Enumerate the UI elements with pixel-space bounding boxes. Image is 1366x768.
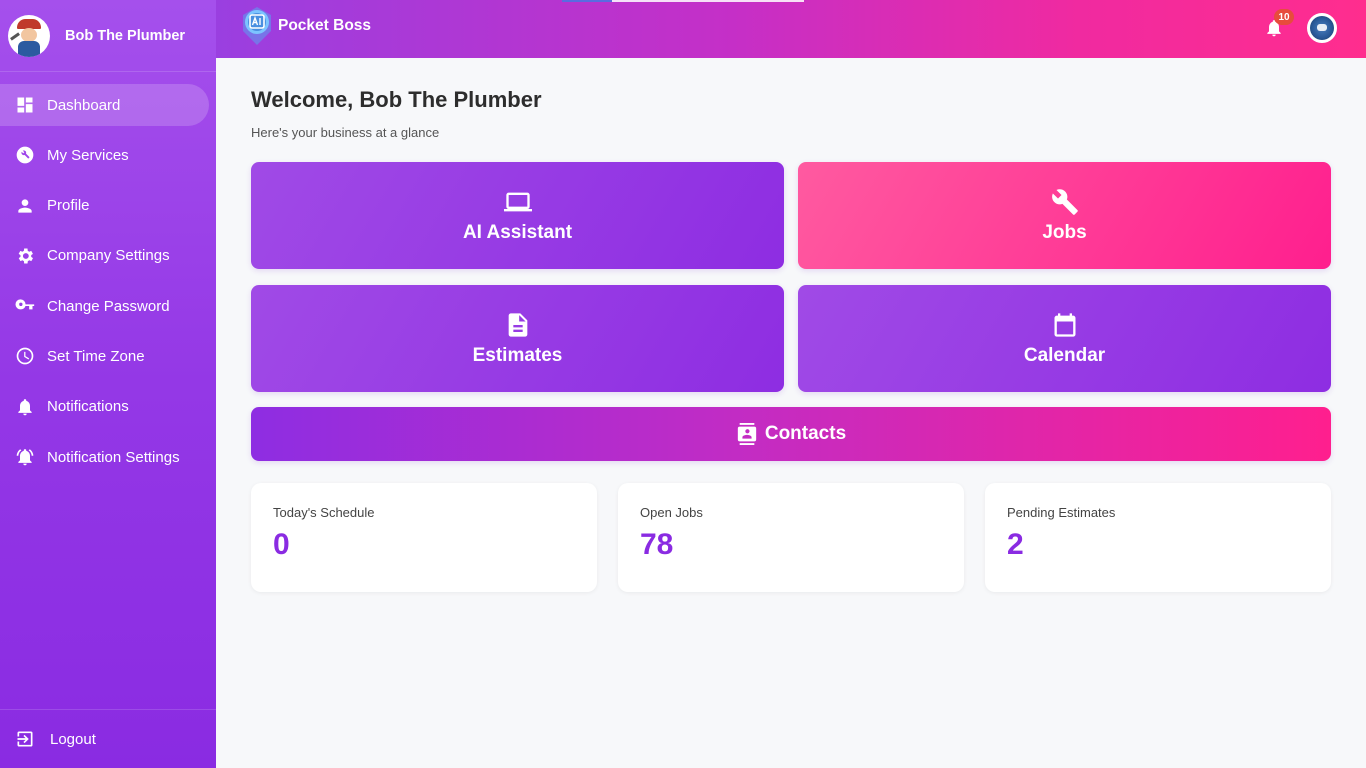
sidebar-item-label: Set Time Zone [47,347,145,365]
stat-card-open-jobs: Open Jobs 78 [618,483,964,592]
brand-name: Pocket Boss [278,17,372,34]
sidebar-item-notifications[interactable]: Notifications [0,386,209,428]
key-icon [15,299,35,310]
stat-value: 0 [273,528,290,561]
contacts-icon [737,423,757,445]
wrench-icon [1051,188,1078,215]
sidebar-nav: Dashboard My Services Profile Company Se… [0,84,216,478]
user-avatar[interactable] [1307,13,1337,43]
company-name: Bob The Plumber [65,27,186,44]
brand-logo-icon [243,7,271,45]
sidebar-item-set-time-zone[interactable]: Set Time Zone [0,335,209,377]
laptop-icon [503,192,532,211]
sidebar-item-my-services[interactable]: My Services [0,134,209,176]
stat-label: Pending Estimates [1007,505,1116,520]
card-title: Calendar [1023,344,1106,366]
stat-card-pending-estimates: Pending Estimates 2 [985,483,1331,592]
clock-icon [16,348,34,365]
stat-value: 2 [1007,528,1024,561]
bell-icon [18,398,32,416]
dashboard-icon [17,97,33,113]
sidebar-item-company-settings[interactable]: Company Settings [0,235,209,277]
logout-icon [17,731,33,747]
sidebar-item-label: Notification Settings [47,448,180,466]
sidebar-item-dashboard[interactable]: Dashboard [0,84,209,126]
sidebar-item-label: My Services [47,146,129,164]
card-title: Jobs [1042,221,1087,243]
topbar: Pocket Boss 10 [216,0,1366,58]
notification-count-badge: 10 [1274,9,1294,25]
loading-bar-segment [562,0,612,2]
sidebar-item-profile[interactable]: Profile [0,185,209,227]
sidebar-item-label: Change Password [47,297,170,315]
sidebar-header: Bob The Plumber [0,0,216,72]
sidebar-item-label: Profile [47,197,90,215]
ai-assistant-card[interactable]: AI Assistant [251,162,784,269]
logout-button[interactable]: Logout [0,709,216,768]
person-icon [18,198,32,213]
contacts-card[interactable]: Contacts [251,407,1331,461]
sidebar: Bob The Plumber Dashboard My Services Pr… [0,0,216,768]
page-subtitle: Here's your business at a glance [251,125,440,140]
sidebar-item-notification-settings[interactable]: Notification Settings [0,436,209,478]
estimates-card[interactable]: Estimates [251,285,784,392]
stat-value: 78 [640,528,674,561]
stat-label: Today's Schedule [273,505,375,520]
loading-bar-segment [612,0,804,2]
card-title: AI Assistant [462,221,573,243]
card-title: Contacts [764,423,847,444]
stat-card-todays-schedule: Today's Schedule 0 [251,483,597,592]
sidebar-item-label: Company Settings [47,247,170,265]
sidebar-item-label: Notifications [47,398,129,416]
stat-label: Open Jobs [640,505,703,520]
bell-ring-icon [16,449,34,466]
company-avatar[interactable] [8,14,50,57]
brand[interactable]: Pocket Boss [241,6,371,46]
jobs-card[interactable]: Jobs [798,162,1331,269]
sidebar-item-label: Dashboard [47,96,121,114]
logout-label: Logout [50,730,96,748]
wrench-icon [16,146,34,164]
calendar-icon [1054,312,1075,337]
card-title: Estimates [472,344,563,366]
sidebar-item-change-password[interactable]: Change Password [0,285,209,327]
page-title: Welcome, Bob The Plumber [251,87,542,112]
document-icon [508,312,527,337]
gear-icon [18,248,33,264]
calendar-card[interactable]: Calendar [798,285,1331,392]
